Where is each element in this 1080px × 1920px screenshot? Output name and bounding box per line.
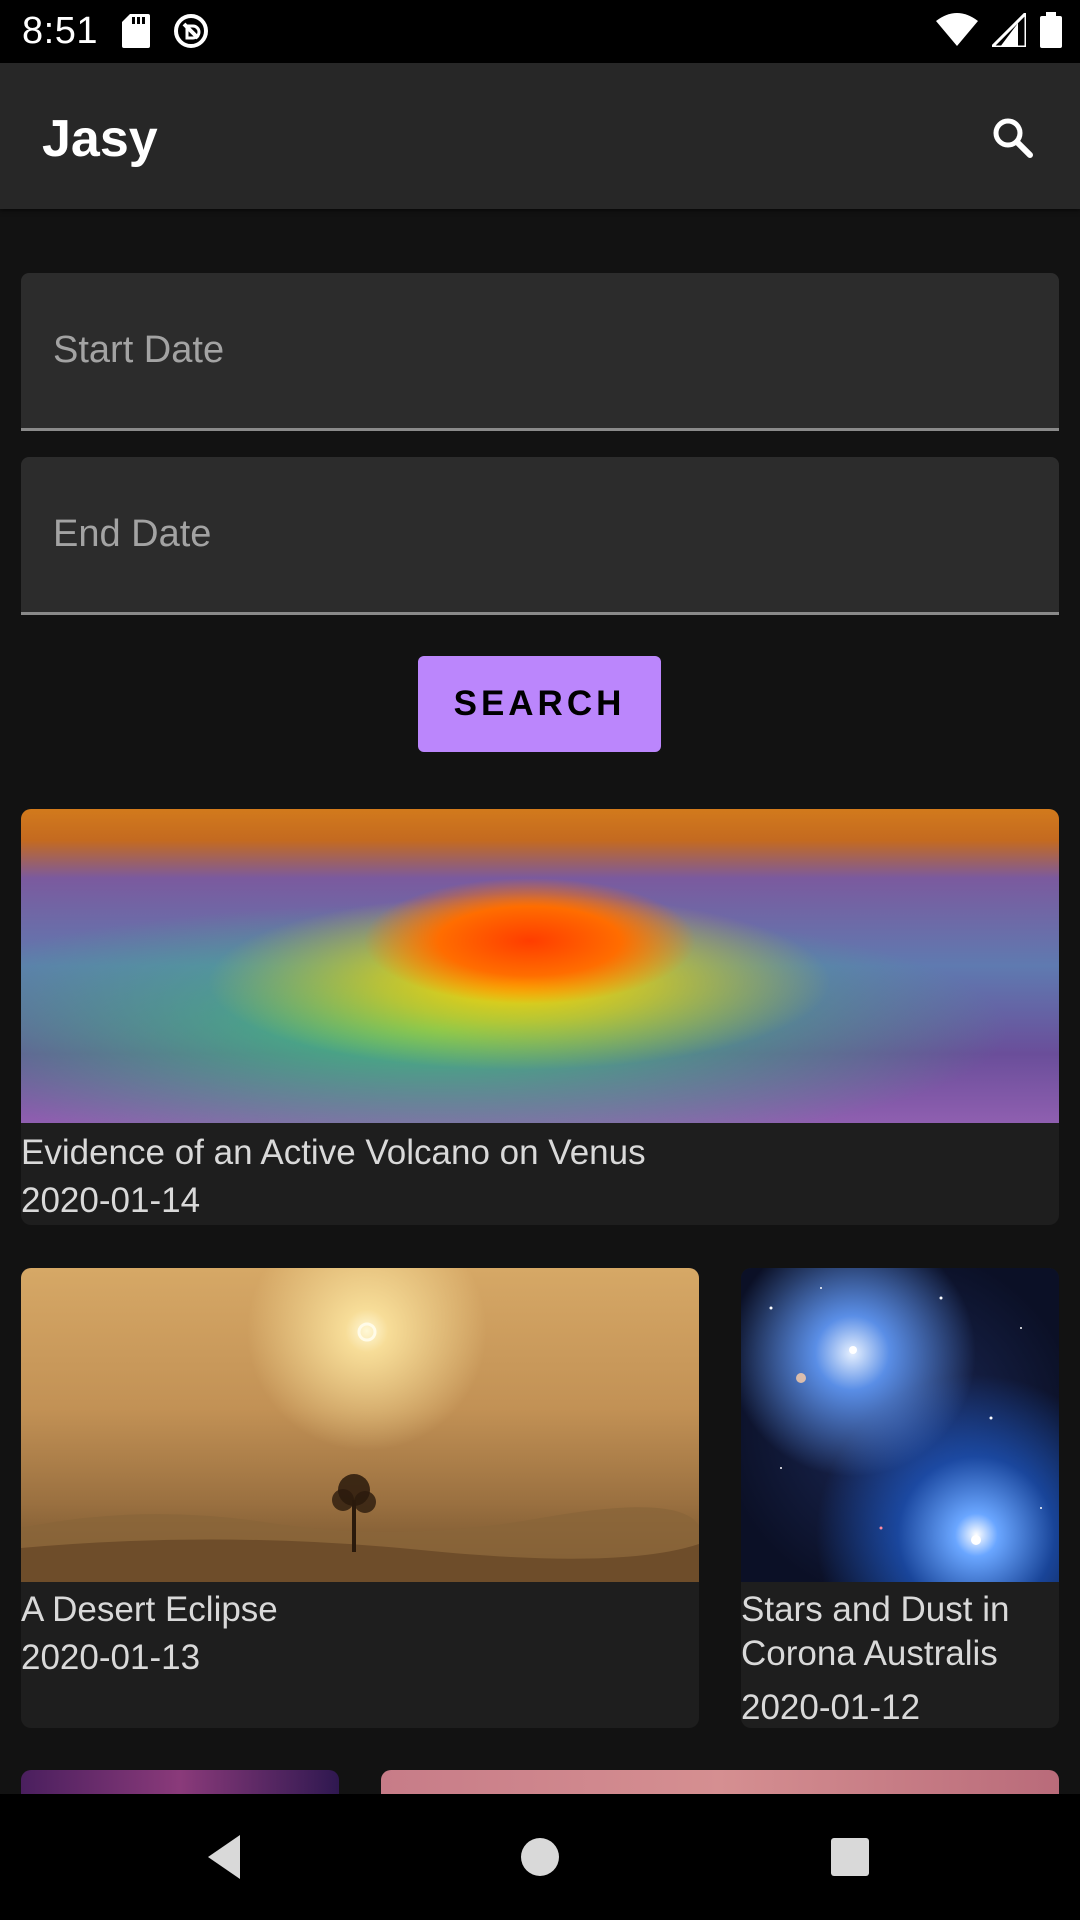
start-date-field[interactable] [21,273,1059,431]
card-date: 2020-01-14 [21,1181,201,1220]
card-image [21,809,1059,1123]
start-date-input[interactable] [21,273,1059,428]
home-icon[interactable] [510,1827,570,1887]
status-time: 8:51 [22,10,98,52]
status-bar: 8:51 [0,0,1080,63]
end-date-field[interactable] [21,457,1059,615]
card-image [741,1268,1059,1582]
recents-icon[interactable] [820,1827,880,1887]
card-title: Evidence of an Active Volcano on Venus [21,1133,646,1172]
sd-card-icon [122,14,150,48]
wifi-icon [936,13,978,46]
apod-card-peek[interactable] [381,1770,1059,1794]
end-date-input[interactable] [21,457,1059,612]
apod-card[interactable]: Stars and Dust in Corona Australis 2020-… [741,1268,1059,1728]
apod-card-peek[interactable] [21,1770,339,1794]
card-date: 2020-01-12 [741,1688,921,1727]
starfield-graphic [769,1287,1042,1545]
card-title: A Desert Eclipse [21,1590,278,1629]
dnd-icon [174,14,208,48]
card-title: Stars and Dust in Corona Australis [741,1590,1010,1673]
app-title: Jasy [42,110,158,168]
signal-icon [992,13,1026,47]
battery-icon [1040,12,1062,48]
app-bar: Jasy [0,63,1080,209]
apod-card[interactable]: A Desert Eclipse 2020-01-13 [21,1268,699,1728]
card-date: 2020-01-13 [21,1638,201,1677]
search-icon[interactable] [988,113,1038,163]
card-image [21,1268,699,1582]
back-icon[interactable] [196,1827,256,1887]
desert-tree-graphic [21,1322,699,1582]
search-button[interactable]: SEARCH [418,656,661,752]
navigation-bar [0,1794,1080,1920]
apod-card[interactable]: Evidence of an Active Volcano on Venus 2… [21,809,1059,1225]
